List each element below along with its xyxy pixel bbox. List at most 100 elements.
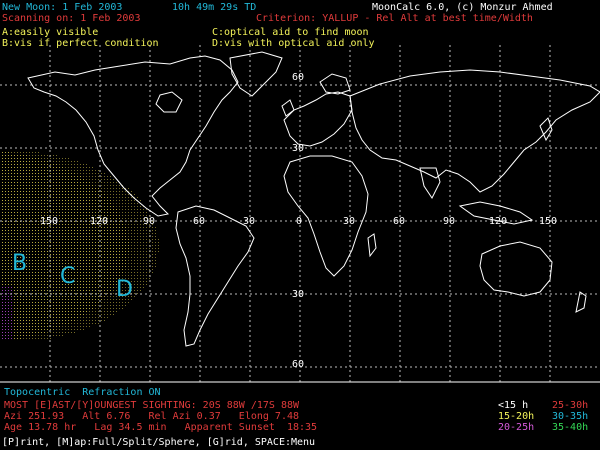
zone-dot [77, 242, 78, 243]
zone-dot [134, 296, 135, 297]
zone-dot [8, 182, 9, 183]
zone-dot [80, 266, 81, 267]
zone-dot [101, 299, 102, 300]
zone-dot [23, 326, 24, 327]
zone-dot [137, 272, 138, 273]
zone-dot [38, 194, 39, 195]
zone-dot [11, 179, 12, 180]
zone-dot [38, 293, 39, 294]
zone-dot [17, 215, 18, 216]
zone-dot [146, 275, 147, 276]
zone-dot [89, 293, 90, 294]
zone-dot [29, 236, 30, 237]
zone-dot [56, 299, 57, 300]
zone-dot [83, 185, 84, 186]
zone-dot [68, 182, 69, 183]
zone-dot [59, 158, 60, 159]
zone-dot [26, 281, 27, 282]
zone-dot [110, 287, 111, 288]
zone-dot [59, 227, 60, 228]
zone-dot [83, 197, 84, 198]
zone-dot [137, 254, 138, 255]
zone-dot [20, 224, 21, 225]
zone-dot [47, 311, 48, 312]
zone-dot [68, 206, 69, 207]
zone-dot [107, 260, 108, 261]
zone-dot [104, 227, 105, 228]
zone-dot [8, 284, 9, 285]
zone-dot [137, 209, 138, 210]
zone-dot [89, 290, 90, 291]
zone-dot [5, 230, 6, 231]
zone-dot [137, 206, 138, 207]
zone-dot [107, 191, 108, 192]
zone-dot [119, 230, 120, 231]
zone-dot [32, 260, 33, 261]
zone-dot [122, 218, 123, 219]
zone-dot [50, 269, 51, 270]
zone-dot [26, 287, 27, 288]
zone-dot [35, 329, 36, 330]
zone-dot [119, 221, 120, 222]
zone-dot [56, 188, 57, 189]
zone-dot [158, 242, 159, 243]
zone-dot [38, 284, 39, 285]
zone-dot [11, 326, 12, 327]
zone-dot [44, 323, 45, 324]
zone-dot [5, 239, 6, 240]
zone-dot [101, 278, 102, 279]
zone-dot [125, 203, 126, 204]
zone-dot [2, 308, 3, 309]
zone-dot [77, 251, 78, 252]
zone-dot [8, 266, 9, 267]
zone-dot [17, 323, 18, 324]
zone-dot [77, 293, 78, 294]
zone-dot [14, 299, 15, 300]
zone-dot [92, 260, 93, 261]
zone-dot [59, 224, 60, 225]
zone-dot [131, 266, 132, 267]
zone-dot [59, 242, 60, 243]
zone-dot [62, 299, 63, 300]
zone-dot [74, 248, 75, 249]
zone-dot [86, 167, 87, 168]
zone-dot [128, 269, 129, 270]
zone-dot [68, 293, 69, 294]
zone-dot [149, 263, 150, 264]
menu-bar[interactable]: [P]rint, [M]ap:Full/Split/Sphere, [G]rid… [2, 437, 315, 448]
zone-dot [134, 284, 135, 285]
zone-dot [17, 293, 18, 294]
zone-dot [116, 263, 117, 264]
zone-dot [53, 155, 54, 156]
zone-dot [53, 308, 54, 309]
zone-dot [71, 329, 72, 330]
zone-dot [14, 164, 15, 165]
zone-dot [59, 245, 60, 246]
zone-dot [89, 236, 90, 237]
zone-dot [65, 218, 66, 219]
zone-dot [29, 212, 30, 213]
zone-dot [5, 179, 6, 180]
zone-dot [23, 221, 24, 222]
zone-dot [83, 323, 84, 324]
zone-dot [53, 302, 54, 303]
zone-dot [8, 314, 9, 315]
zone-dot [107, 266, 108, 267]
zone-dot [77, 164, 78, 165]
zone-dot [110, 194, 111, 195]
zone-dot [38, 338, 39, 339]
zone-dot [74, 326, 75, 327]
zone-dot [62, 308, 63, 309]
zone-dot [77, 317, 78, 318]
zone-dot [2, 329, 3, 330]
zone-dot [11, 182, 12, 183]
zone-dot [65, 254, 66, 255]
madagascar-outline [367, 233, 377, 258]
zone-dot [17, 287, 18, 288]
zone-dot [2, 152, 3, 153]
zone-dot [134, 278, 135, 279]
zone-dot [44, 293, 45, 294]
zone-dot [95, 299, 96, 300]
zone-dot [23, 317, 24, 318]
zone-dot [86, 164, 87, 165]
